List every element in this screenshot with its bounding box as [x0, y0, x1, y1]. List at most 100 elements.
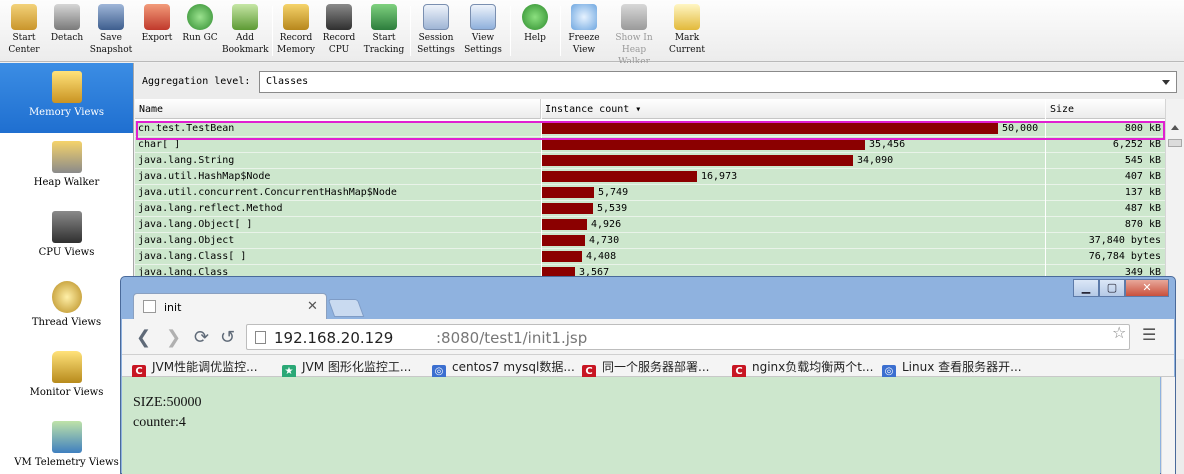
sidebar-item-memory-views[interactable]: Memory Views — [0, 63, 133, 133]
start-tracking-icon — [371, 4, 397, 30]
scroll-up-icon — [1171, 125, 1179, 130]
instance-count-cell: 35,456 — [869, 139, 906, 150]
cpu-views-icon — [51, 211, 82, 243]
class-name-cell: java.lang.reflect.Method — [138, 203, 283, 214]
bookmark-item[interactable]: ◎ centos7 mysql数据... — [432, 358, 575, 379]
selection-highlight — [136, 121, 1165, 140]
show-in-heap-walker-icon — [621, 4, 647, 30]
session-settings-button[interactable]: Session Settings — [414, 2, 458, 60]
size-cell: 6,252 kB — [1112, 139, 1161, 150]
start-center-button[interactable]: Start Center — [2, 2, 46, 60]
add-bookmark-icon — [232, 4, 258, 30]
bookmark-item[interactable]: C JVM性能调优监控... — [132, 358, 258, 379]
show-in-heap-walker-button[interactable]: Show In Heap Walker — [606, 2, 662, 67]
record-memory-button[interactable]: Record Memory — [276, 2, 316, 60]
table-row[interactable]: java.util.HashMap$Node 16,973 407 kB — [135, 169, 1165, 185]
thread-views-icon — [51, 281, 82, 313]
page-text-counter: counter:4 — [133, 415, 186, 430]
address-bar[interactable]: 192.168.20.129 :8080/test1/init1.jsp — [246, 324, 1130, 350]
size-cell: 37,840 bytes — [1088, 235, 1161, 246]
table-row[interactable]: java.util.concurrent.ConcurrentHashMap$N… — [135, 185, 1165, 201]
browser-tab[interactable]: init ✕ — [133, 293, 327, 319]
help-icon — [522, 4, 548, 30]
heap-walker-icon — [51, 141, 82, 173]
class-name-cell: java.util.HashMap$Node — [138, 171, 271, 182]
maximize-button[interactable]: ▢ — [1099, 279, 1125, 297]
bookmark-item[interactable]: C 同一个服务器部署... — [582, 358, 709, 379]
export-button[interactable]: Export — [136, 2, 178, 60]
back-icon[interactable]: ❮ — [136, 327, 151, 348]
table-row[interactable]: java.lang.reflect.Method 5,539 487 kB — [135, 201, 1165, 217]
bookmark-item[interactable]: ★ JVM 图形化监控工... — [282, 358, 412, 379]
instance-count-cell: 5,749 — [598, 187, 629, 198]
sidebar-item-monitor-views[interactable]: Monitor Views — [0, 343, 133, 413]
scrollbar-thumb[interactable] — [1168, 139, 1182, 147]
toolbar-separator — [272, 6, 273, 56]
start-tracking-button[interactable]: Start Tracking — [362, 2, 406, 60]
freeze-view-icon — [571, 4, 597, 30]
class-name-cell: java.lang.Class[ ] — [138, 251, 247, 262]
forward-icon[interactable]: ❯ — [166, 327, 181, 348]
instance-count-cell: 4,408 — [586, 251, 617, 262]
monitor-views-icon — [51, 351, 82, 383]
bookmark-item[interactable]: ◎ Linux 查看服务器开... — [882, 358, 1022, 379]
mark-current-button[interactable]: Mark Current — [666, 2, 708, 60]
size-cell: 487 kB — [1124, 203, 1161, 214]
detach-button[interactable]: Detach — [46, 2, 88, 60]
save-snapshot-icon — [98, 4, 124, 30]
table-row[interactable]: java.lang.Object 4,730 37,840 bytes — [135, 233, 1165, 249]
add-bookmark-button[interactable]: Add Bookmark — [222, 2, 269, 60]
start-center-icon — [11, 4, 37, 30]
save-snapshot-button[interactable]: Save Snapshot — [88, 2, 134, 60]
url-host: 192.168.20.129 — [274, 329, 394, 347]
instance-count-bar — [542, 155, 853, 166]
instance-count-bar — [542, 171, 697, 182]
column-header-instance-count[interactable]: Instance count ▾ — [541, 99, 1046, 119]
class-name-cell: java.util.concurrent.ConcurrentHashMap$N… — [138, 187, 397, 198]
home-icon[interactable]: ↺ — [220, 327, 235, 348]
view-settings-icon — [470, 4, 496, 30]
page-content: SIZE:50000 counter:4 — [122, 377, 1160, 474]
instance-count-bar — [542, 251, 582, 262]
bookmark-label: JVM 图形化监控工... — [302, 360, 412, 374]
toolbar: Start Center Detach Save Snapshot Export R… — [0, 0, 1184, 67]
view-settings-button[interactable]: View Settings — [460, 2, 506, 60]
table-row[interactable]: java.lang.String 34,090 545 kB — [135, 153, 1165, 169]
new-tab-button[interactable] — [327, 299, 365, 317]
help-button[interactable]: Help — [514, 2, 556, 60]
sidebar-item-thread-views[interactable]: Thread Views — [0, 273, 133, 343]
memory-views-icon — [51, 71, 82, 103]
toolbar-separator — [560, 6, 561, 56]
aggregation-level-select[interactable]: Classes — [259, 71, 1177, 93]
run-gc-button[interactable]: Run GC — [180, 2, 220, 60]
instance-count-bar — [542, 187, 594, 198]
page-scrollbar[interactable] — [1161, 377, 1175, 474]
sidebar-item-cpu-views[interactable]: CPU Views — [0, 203, 133, 273]
reload-icon[interactable]: ⟳ — [194, 327, 209, 348]
bookmark-label: Linux 查看服务器开... — [902, 360, 1022, 374]
table-row[interactable]: java.lang.Class[ ] 4,408 76,784 bytes — [135, 249, 1165, 265]
bookmarks-bar: C JVM性能调优监控... ★ JVM 图形化监控工... ◎ centos7 mysq… — [122, 355, 1174, 379]
close-window-button[interactable]: ✕ — [1125, 279, 1169, 297]
close-tab-icon[interactable]: ✕ — [307, 299, 318, 314]
page-text-size: SIZE:50000 — [133, 395, 202, 410]
instance-count-cell: 16,973 — [701, 171, 738, 182]
column-header-name[interactable]: Name — [135, 99, 541, 119]
column-header-size[interactable]: Size — [1046, 99, 1165, 119]
freeze-view-button[interactable]: Freeze View — [564, 2, 604, 60]
instance-count-bar — [542, 139, 865, 150]
bookmark-item[interactable]: Cnginx负载均衡两个t... — [732, 358, 874, 379]
size-cell: 545 kB — [1124, 155, 1161, 166]
sidebar-item-heap-walker[interactable]: Heap Walker — [0, 133, 133, 203]
minimize-button[interactable]: ▁ — [1073, 279, 1099, 297]
chevron-down-icon — [1162, 80, 1170, 85]
table-row[interactable]: java.lang.Object[ ] 4,926 870 kB — [135, 217, 1165, 233]
size-cell: 407 kB — [1124, 171, 1161, 182]
size-cell: 76,784 bytes — [1088, 251, 1161, 262]
bookmark-label: nginx负载均衡两个t... — [752, 360, 874, 374]
record-cpu-button[interactable]: Record CPU — [318, 2, 360, 60]
menu-icon[interactable]: ☰ — [1142, 325, 1156, 344]
bookmark-star-icon[interactable]: ☆ — [1112, 323, 1126, 342]
sidebar-item-vm-telemetry-views[interactable]: VM Telemetry Views — [0, 413, 133, 474]
aggregation-level-value: Classes — [266, 76, 309, 87]
